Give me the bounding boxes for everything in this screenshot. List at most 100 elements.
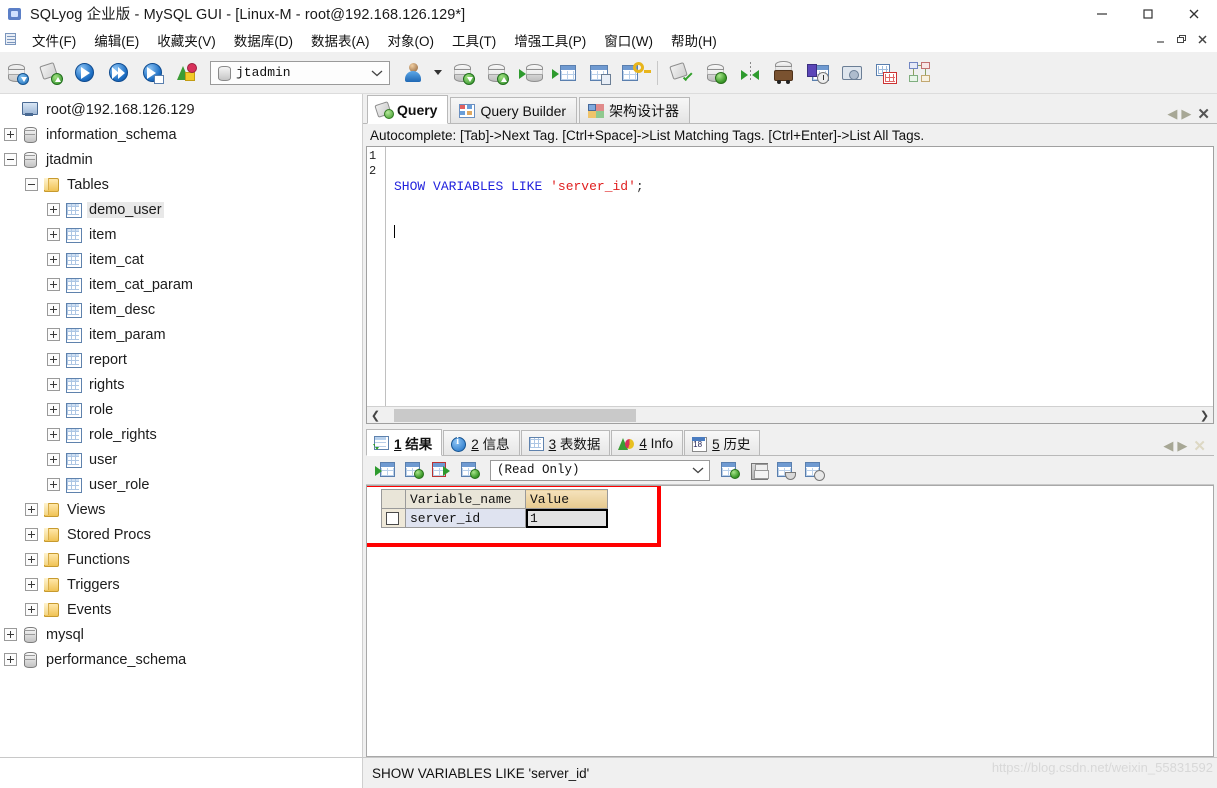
import-external-data-icon[interactable] xyxy=(514,56,548,90)
delete-row-icon[interactable] xyxy=(428,457,456,483)
sql-formatter-icon[interactable] xyxy=(835,56,869,90)
backup-database-icon[interactable] xyxy=(446,56,480,90)
user-manager-icon[interactable] xyxy=(396,56,430,90)
column-header-value[interactable]: Value xyxy=(525,489,608,509)
tree-node-jtadmin[interactable]: jtadmin xyxy=(0,147,362,172)
tree-node-server[interactable]: root@192.168.126.129 xyxy=(0,97,362,122)
insert-row-icon[interactable] xyxy=(372,457,400,483)
result-tab-info[interactable]: 4 Info xyxy=(611,430,684,455)
menu-item-edit[interactable]: 编辑(E) xyxy=(85,28,148,52)
expander-plus-icon[interactable] xyxy=(4,628,17,641)
tree-node-table-item-cat[interactable]: item_cat xyxy=(0,247,362,272)
scrollbar-thumb[interactable] xyxy=(394,408,636,422)
expander-plus-icon[interactable] xyxy=(25,603,38,616)
tab-close-icon[interactable]: ✕ xyxy=(1194,105,1213,123)
menu-item-window[interactable]: 窗口(W) xyxy=(595,28,662,52)
result-tab-history[interactable]: 5 历史 xyxy=(684,430,761,455)
menu-item-file[interactable]: 文件(F) xyxy=(23,28,85,52)
result-tab-results[interactable]: 1 结果 xyxy=(366,429,443,456)
tree-node-tables-folder[interactable]: Tables xyxy=(0,172,362,197)
scroll-left-icon[interactable]: ❮ xyxy=(367,409,384,422)
result-grid[interactable]: Variable_name Value server_id 1 xyxy=(366,485,1214,757)
cell-value[interactable]: 1 xyxy=(525,508,608,528)
chevron-down-icon[interactable] xyxy=(687,466,709,474)
scheduled-backup-icon[interactable] xyxy=(801,56,835,90)
menu-item-tools[interactable]: 工具(T) xyxy=(443,28,505,52)
object-browser-tree[interactable]: root@192.168.126.129 information_schema … xyxy=(0,94,363,757)
manage-index-icon[interactable] xyxy=(616,56,651,90)
column-header-variable-name[interactable]: Variable_name xyxy=(405,489,526,509)
mdi-restore-button[interactable] xyxy=(1171,30,1192,49)
menu-item-database[interactable]: 数据库(D) xyxy=(225,28,302,52)
expander-plus-icon[interactable] xyxy=(47,378,60,391)
tree-node-table-item-param[interactable]: item_param xyxy=(0,322,362,347)
sql-editor-body[interactable]: 1 2 SHOW VARIABLES LIKE 'server_id'; xyxy=(367,147,1213,406)
tree-node-table-user-role[interactable]: user_role xyxy=(0,472,362,497)
expander-plus-icon[interactable] xyxy=(47,478,60,491)
sql-code-area[interactable]: SHOW VARIABLES LIKE 'server_id'; xyxy=(386,147,1213,406)
row-selector-cell[interactable] xyxy=(381,508,406,528)
expander-plus-icon[interactable] xyxy=(47,203,60,216)
tree-node-mysql[interactable]: mysql xyxy=(0,622,362,647)
result-tab-nav-next-icon[interactable]: ▶ xyxy=(1176,438,1188,454)
mdi-close-button[interactable] xyxy=(1192,30,1213,49)
execute-query-icon[interactable] xyxy=(68,56,102,90)
menu-item-powertools[interactable]: 增强工具(P) xyxy=(505,28,595,52)
tab-nav-prev-icon[interactable]: ◀ xyxy=(1166,106,1178,122)
restore-database-icon[interactable] xyxy=(480,56,514,90)
tree-node-table-demo-user[interactable]: demo_user xyxy=(0,197,362,222)
result-tab-table-data[interactable]: 3 表数据 xyxy=(520,430,611,455)
table-diagnostics-icon[interactable] xyxy=(582,56,616,90)
save-results-icon[interactable] xyxy=(744,457,772,483)
new-connection-icon[interactable] xyxy=(0,56,34,90)
editor-horizontal-scrollbar[interactable]: ❮ ❯ xyxy=(367,406,1213,423)
tree-node-stored-procs-folder[interactable]: Stored Procs xyxy=(0,522,362,547)
result-tab-close-icon[interactable]: ✕ xyxy=(1190,437,1209,455)
expander-plus-icon[interactable] xyxy=(47,453,60,466)
result-grid-table[interactable]: Variable_name Value server_id 1 xyxy=(381,489,608,528)
result-tab-messages[interactable]: 2 信息 xyxy=(443,430,520,455)
menu-item-help[interactable]: 帮助(H) xyxy=(662,28,726,52)
cell-variable-name[interactable]: server_id xyxy=(405,508,526,528)
export-table-data-icon[interactable] xyxy=(548,56,582,90)
row-checkbox[interactable] xyxy=(386,511,399,525)
tree-node-table-item[interactable]: item xyxy=(0,222,362,247)
expander-minus-icon[interactable] xyxy=(4,153,17,166)
minimize-button[interactable] xyxy=(1079,0,1125,27)
schema-designer-icon[interactable] xyxy=(903,56,937,90)
tree-node-table-user[interactable]: user xyxy=(0,447,362,472)
expander-plus-icon[interactable] xyxy=(47,303,60,316)
close-button[interactable] xyxy=(1171,0,1217,27)
expander-plus-icon[interactable] xyxy=(25,503,38,516)
mdi-minimize-button[interactable] xyxy=(1150,30,1171,49)
tree-node-views-folder[interactable]: Views xyxy=(0,497,362,522)
update-row-icon[interactable] xyxy=(400,457,428,483)
tree-node-performance-schema[interactable]: performance_schema xyxy=(0,647,362,672)
apply-filter-icon[interactable] xyxy=(772,457,800,483)
execute-query-new-tab-icon[interactable] xyxy=(136,56,170,90)
expander-minus-icon[interactable] xyxy=(25,178,38,191)
menu-item-objects[interactable]: 对象(O) xyxy=(379,28,444,52)
expander-plus-icon[interactable] xyxy=(25,578,38,591)
tree-node-table-item-cat-param[interactable]: item_cat_param xyxy=(0,272,362,297)
tab-schema-designer[interactable]: 架构设计器 xyxy=(579,97,691,123)
tree-node-triggers-folder[interactable]: Triggers xyxy=(0,572,362,597)
refresh-data-icon[interactable] xyxy=(456,457,484,483)
scroll-right-icon[interactable]: ❯ xyxy=(1196,409,1213,422)
tree-node-table-role[interactable]: role xyxy=(0,397,362,422)
clear-filter-icon[interactable] xyxy=(800,457,828,483)
execute-all-queries-icon[interactable] xyxy=(102,56,136,90)
tree-node-functions-folder[interactable]: Functions xyxy=(0,547,362,572)
expander-plus-icon[interactable] xyxy=(25,528,38,541)
row-selector-header[interactable] xyxy=(381,489,406,509)
tree-node-table-report[interactable]: report xyxy=(0,347,362,372)
stop-execution-icon[interactable] xyxy=(170,56,204,90)
tree-node-table-item-desc[interactable]: item_desc xyxy=(0,297,362,322)
menu-item-table[interactable]: 数据表(A) xyxy=(302,28,379,52)
new-query-tab-icon[interactable] xyxy=(34,56,68,90)
tab-nav-next-icon[interactable]: ▶ xyxy=(1180,106,1192,122)
export-results-icon[interactable] xyxy=(716,457,744,483)
menu-item-favorites[interactable]: 收藏夹(V) xyxy=(148,28,225,52)
expander-plus-icon[interactable] xyxy=(47,428,60,441)
database-sync-icon[interactable] xyxy=(699,56,733,90)
